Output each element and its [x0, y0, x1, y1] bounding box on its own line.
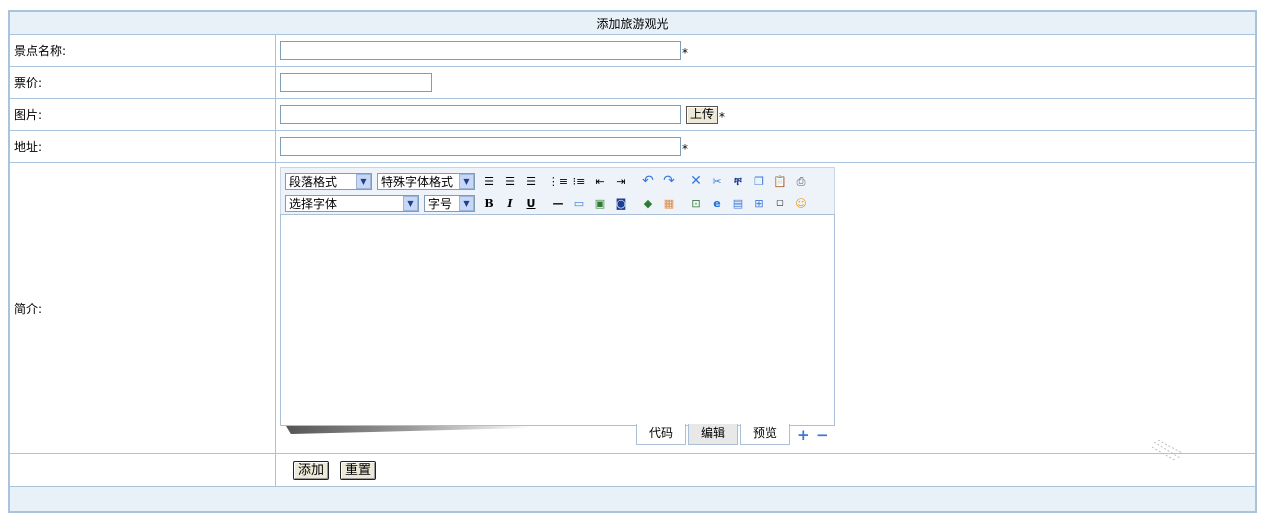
insert-media-icon[interactable]: ◙: [612, 194, 630, 212]
rich-text-editor: 段落格式 ▼ 特殊字体格式 ▼ ☰ ☰ ☰ ⋮≡ ⁝≡ ⇤ ⇥ ↶ ↷ ✕ ✂ …: [280, 167, 835, 448]
horizontal-rule-icon[interactable]: —: [549, 194, 567, 212]
chevron-down-icon: ▼: [459, 195, 474, 211]
upload-button[interactable]: 上传: [686, 105, 719, 124]
font-size-select[interactable]: 字号 ▼: [424, 194, 475, 212]
insert-link-icon[interactable]: e: [708, 194, 726, 212]
insert-date-icon[interactable]: ▢: [771, 194, 789, 212]
align-left-icon[interactable]: ☰: [480, 172, 498, 190]
price-label: 票价:: [9, 66, 276, 99]
delete-icon[interactable]: ✕: [687, 172, 705, 190]
insert-image-icon[interactable]: ▣: [591, 194, 609, 212]
chevron-down-icon: ▼: [459, 173, 474, 189]
find-icon[interactable]: ቸ: [729, 172, 747, 190]
intro-cell: 段落格式 ▼ 特殊字体格式 ▼ ☰ ☰ ☰ ⋮≡ ⁝≡ ⇤ ⇥ ↶ ↷ ✕ ✂ …: [275, 162, 1256, 454]
insert-template-icon[interactable]: ▤: [729, 194, 747, 212]
align-center-icon[interactable]: ☰: [501, 172, 519, 190]
intro-label: 简介:: [9, 162, 276, 454]
chevron-down-icon: ▼: [356, 173, 371, 189]
paste-icon[interactable]: 📋: [771, 172, 789, 190]
address-cell: *: [275, 130, 1256, 163]
font-family-select[interactable]: 选择字体 ▼: [285, 194, 419, 212]
unordered-list-icon[interactable]: ⋮≡: [548, 172, 568, 190]
underline-icon[interactable]: U: [522, 194, 540, 212]
form-container: 添加旅游观光 景点名称: * 票价: 图片: 上传* 地址: * 简介: 段落: [8, 10, 1257, 513]
editor-mode-bar: 代码 编辑 预览 + −: [280, 424, 835, 448]
tab-preview[interactable]: 预览: [740, 424, 790, 445]
actions-label-cell: [9, 453, 276, 487]
address-input[interactable]: [280, 137, 681, 156]
indent-icon[interactable]: ⇥: [612, 172, 630, 190]
expand-editor-icon[interactable]: +: [797, 428, 810, 443]
image-cell: 上传 *: [275, 98, 1256, 131]
add-attraction-form: 添加旅游观光 景点名称: * 票价: 图片: 上传* 地址: * 简介: 段落: [9, 11, 1256, 512]
resize-grip-icon[interactable]: [1150, 440, 1182, 462]
address-label: 地址:: [9, 130, 276, 163]
required-mark: *: [682, 142, 688, 156]
copy-icon[interactable]: ❐: [750, 172, 768, 190]
undo-icon[interactable]: ↶: [639, 172, 657, 190]
shrink-editor-icon[interactable]: −: [816, 428, 829, 443]
actions-cell: 添加 重置: [275, 453, 1256, 487]
insert-file-icon[interactable]: ⊡: [687, 194, 705, 212]
color-picker-icon[interactable]: ▦: [660, 194, 678, 212]
print-icon[interactable]: ⎙: [792, 172, 810, 190]
editor-content-area[interactable]: [280, 214, 835, 426]
insert-special-icon[interactable]: ⊞: [750, 194, 768, 212]
emoticon-icon[interactable]: ☺: [792, 194, 810, 212]
cut-icon[interactable]: ✂: [708, 172, 726, 190]
name-cell: *: [275, 34, 1256, 67]
align-right-icon[interactable]: ☰: [522, 172, 540, 190]
required-mark: *: [682, 46, 688, 60]
price-cell: [275, 66, 1256, 99]
italic-icon[interactable]: I: [501, 194, 519, 212]
chevron-down-icon: ▼: [403, 195, 418, 211]
ticket-price-input[interactable]: [280, 73, 432, 92]
name-label: 景点名称:: [9, 34, 276, 67]
required-mark: *: [719, 110, 726, 124]
outdent-icon[interactable]: ⇤: [591, 172, 609, 190]
insert-table-icon[interactable]: ▭: [570, 194, 588, 212]
form-footer: [9, 486, 1256, 512]
bold-icon[interactable]: B: [480, 194, 498, 212]
tab-edit[interactable]: 编辑: [688, 424, 738, 445]
insert-flash-icon[interactable]: ◆: [639, 194, 657, 212]
redo-icon[interactable]: ↷: [660, 172, 678, 190]
image-label: 图片:: [9, 98, 276, 131]
add-button[interactable]: 添加: [293, 460, 330, 480]
paragraph-format-select[interactable]: 段落格式 ▼: [285, 172, 372, 190]
attraction-name-input[interactable]: [280, 41, 681, 60]
image-path-input[interactable]: [280, 105, 681, 124]
tab-code[interactable]: 代码: [636, 424, 686, 445]
reset-button[interactable]: 重置: [340, 460, 377, 480]
special-font-format-select[interactable]: 特殊字体格式 ▼: [377, 172, 475, 190]
form-title: 添加旅游观光: [9, 11, 1256, 35]
ordered-list-icon[interactable]: ⁝≡: [570, 172, 588, 190]
editor-toolbar: 段落格式 ▼ 特殊字体格式 ▼ ☰ ☰ ☰ ⋮≡ ⁝≡ ⇤ ⇥ ↶ ↷ ✕ ✂ …: [280, 167, 835, 214]
editor-shadow: [286, 426, 531, 434]
